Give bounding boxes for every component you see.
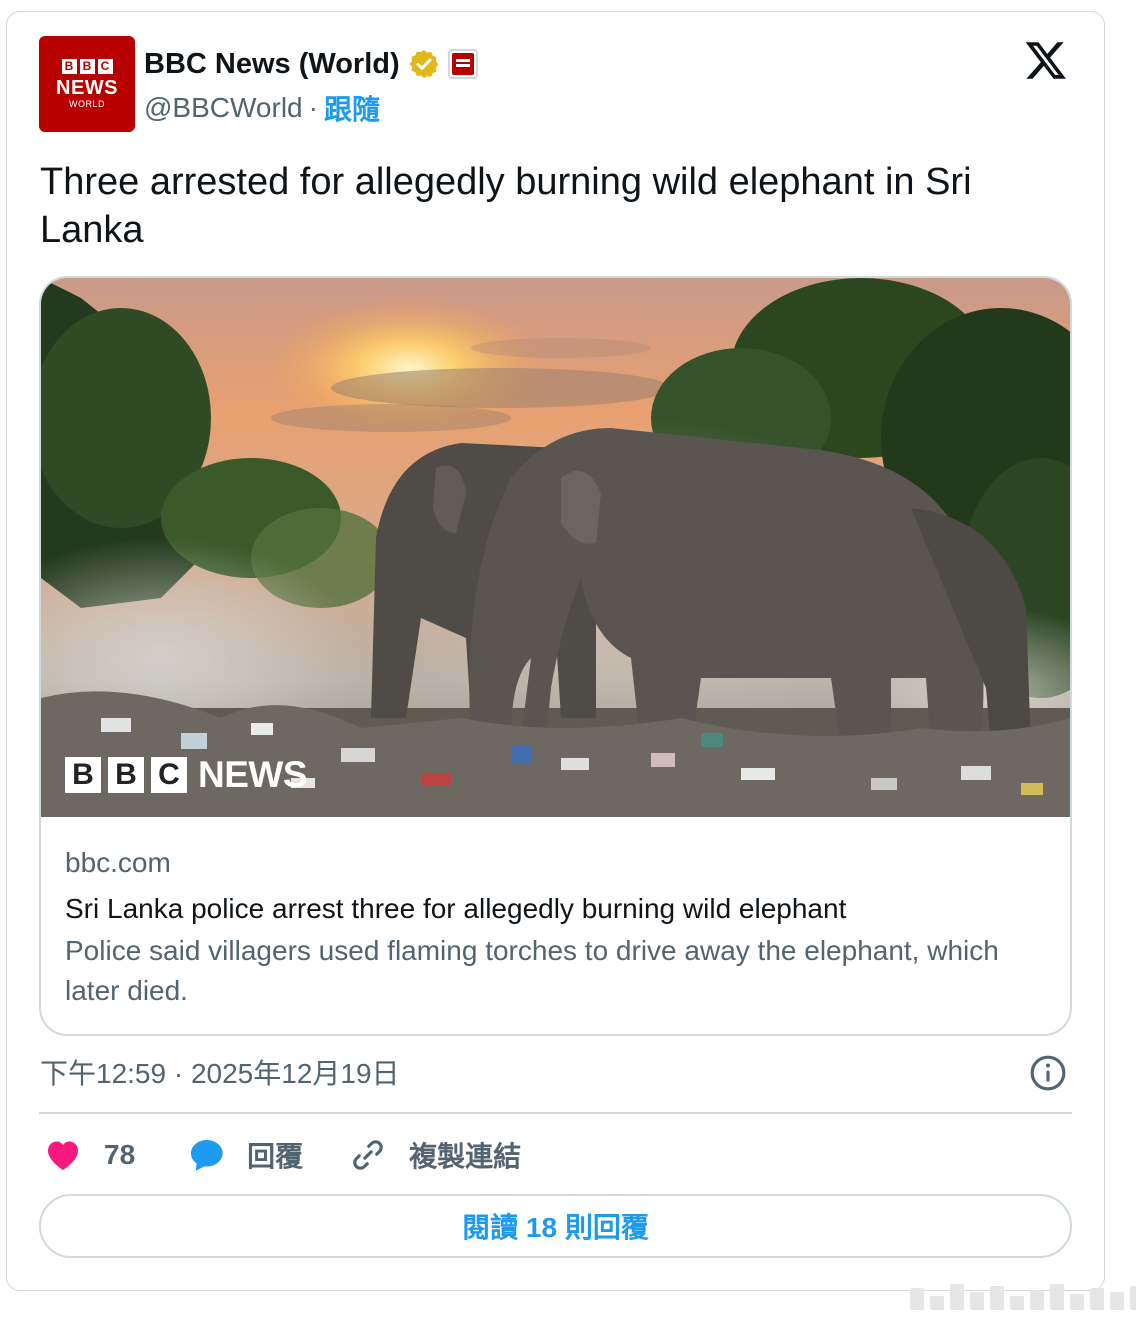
name-row: BBC News (World) xyxy=(144,44,478,84)
logo-block: B xyxy=(61,58,77,74)
separator: · xyxy=(308,92,318,123)
link-icon xyxy=(353,1140,383,1170)
affiliate-badge-icon[interactable] xyxy=(447,49,478,79)
divider xyxy=(39,1112,1072,1114)
verified-badge-icon xyxy=(409,50,439,78)
avatar-world-text: WORLD xyxy=(69,98,105,109)
heart-icon xyxy=(47,1141,79,1171)
avatar-news-text: NEWS xyxy=(56,76,118,99)
handle[interactable]: @BBCWorld xyxy=(144,92,303,124)
photo-logo-block: B xyxy=(108,757,144,793)
action-bar: 78 回覆 複製連結 xyxy=(44,1132,521,1178)
link-preview-card[interactable]: B B C NEWS bbc.com Sri Lanka police arre… xyxy=(39,276,1072,1036)
tweet-text: Three arrested for allegedly burning wil… xyxy=(40,161,972,251)
watermark xyxy=(910,1284,1136,1310)
read-replies-button[interactable]: 閱讀 18 則回覆 xyxy=(39,1194,1072,1258)
follow-button[interactable]: 跟隨 xyxy=(324,88,380,128)
avatar[interactable]: B B C NEWS WORLD xyxy=(39,36,135,132)
link-title: Sri Lanka police arrest three for allege… xyxy=(65,893,847,924)
x-logo-icon[interactable] xyxy=(1023,38,1069,82)
copy-link-button[interactable]: 複製連結 xyxy=(349,1135,521,1175)
link-card-body: bbc.com Sri Lanka police arrest three fo… xyxy=(65,843,1045,1011)
reply-label: 回覆 xyxy=(247,1141,304,1172)
info-icon[interactable] xyxy=(1029,1054,1067,1092)
elephants-photo xyxy=(41,278,1070,817)
copy-link-label: 複製連結 xyxy=(409,1141,522,1172)
link-domain: bbc.com xyxy=(65,847,171,878)
logo-block: C xyxy=(97,58,113,74)
reply-bubble-icon xyxy=(191,1139,223,1171)
reply-button[interactable]: 回覆 xyxy=(187,1135,303,1175)
display-name[interactable]: BBC News (World) xyxy=(144,48,400,81)
logo-block: B xyxy=(79,58,95,74)
link-description: Police said villagers used flaming torch… xyxy=(65,935,999,1006)
bbc-logo-blocks: B B C xyxy=(61,58,113,74)
like-count: 78 xyxy=(104,1139,136,1170)
timestamp[interactable]: 下午12:59 · 2025年12月19日 xyxy=(40,1054,400,1094)
handle-row: @BBCWorld · 跟隨 xyxy=(144,88,380,128)
photo-logo-news: NEWS xyxy=(198,754,308,795)
photo-bbc-news-logo: B B C NEWS xyxy=(65,754,308,796)
photo-logo-block: C xyxy=(151,757,187,793)
like-button[interactable]: 78 xyxy=(44,1136,135,1174)
photo-logo-block: B xyxy=(65,757,101,793)
